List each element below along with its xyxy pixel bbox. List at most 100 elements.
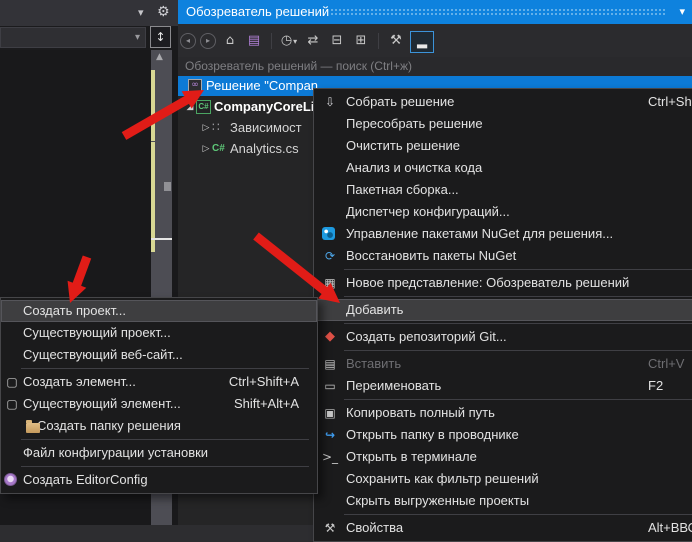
- rename-icon: ▭: [322, 378, 338, 394]
- solution-context-menu: ⇩Собрать решениеCtrl+ShifПересобрать реш…: [313, 88, 692, 542]
- menu-item-label: Управление пакетами NuGet для решения...: [346, 226, 613, 241]
- menu-item[interactable]: Пересобрать решение: [314, 113, 692, 135]
- menu-item-label: Открыть папку в проводнике: [346, 427, 519, 442]
- menu-item[interactable]: Существующий проект...: [1, 322, 317, 344]
- expander-collapsed-icon[interactable]: ▷: [200, 118, 212, 138]
- build-icon: ⇩: [322, 94, 338, 110]
- menu-item-label: Сохранить как фильтр решений: [346, 471, 539, 486]
- panel-title-bar[interactable]: Обозреватель решений ▾: [178, 0, 692, 24]
- menu-item[interactable]: Существующий веб-сайт...: [1, 344, 317, 366]
- split-window-button[interactable]: ↕: [150, 26, 171, 48]
- menu-item-shortcut: Ctrl+Shif: [648, 91, 692, 113]
- menu-item-label: Копировать полный путь: [346, 405, 495, 420]
- editor-navigation-dropdown[interactable]: ▾: [0, 27, 146, 48]
- menu-item[interactable]: ▦Новое представление: Обозреватель решен…: [314, 272, 692, 294]
- menu-item-label: Создать проект...: [23, 303, 126, 318]
- menu-item[interactable]: Управление пакетами NuGet для решения...: [314, 223, 692, 245]
- menu-item-label: Добавить: [346, 302, 403, 317]
- scrollbar-caret-line: [151, 238, 172, 240]
- menu-item[interactable]: ▭ПереименоватьF2: [314, 375, 692, 397]
- csproj-icon: C#: [196, 100, 211, 114]
- add-submenu: Создать проект... Существующий проект... С…: [0, 297, 318, 494]
- open-explorer-icon: ↪: [322, 427, 338, 443]
- menu-item-label: Переименовать: [346, 378, 441, 393]
- menu-item[interactable]: Файл конфигурации установки: [1, 442, 317, 464]
- menu-item-label: Создать элемент...: [23, 374, 136, 389]
- menu-item-label: Пакетная сборка...: [346, 182, 459, 197]
- back-icon[interactable]: ◂: [180, 33, 196, 49]
- menu-item[interactable]: Создать проект...: [1, 300, 317, 322]
- menu-separator: [21, 439, 309, 440]
- menu-item[interactable]: ▤ВставитьCtrl+V: [314, 353, 692, 375]
- editorconfig-icon: [4, 473, 17, 486]
- menu-item-label: Существующий элемент...: [23, 396, 181, 411]
- chevron-down-icon[interactable]: ▾: [138, 6, 144, 19]
- menu-item[interactable]: ▢Создать элемент... Ctrl+Shift+A: [1, 371, 317, 393]
- show-all-files-icon[interactable]: ▂: [410, 31, 434, 53]
- menu-item-label: Существующий веб-сайт...: [23, 347, 183, 362]
- sync-active-document-icon[interactable]: ▤: [244, 31, 264, 51]
- menu-item[interactable]: Добавить: [314, 299, 692, 321]
- menu-item[interactable]: Скрыть выгруженные проекты: [314, 490, 692, 512]
- menu-item-label: Вставить: [346, 356, 401, 371]
- preview-selected-items-icon[interactable]: ⊞: [351, 31, 371, 51]
- menu-separator: [344, 350, 692, 351]
- menu-separator: [344, 514, 692, 515]
- menu-item[interactable]: Очистить решение: [314, 135, 692, 157]
- properties-wrench-icon[interactable]: ⚒: [386, 31, 406, 51]
- menu-item-shortcut: Alt+ВВО: [648, 517, 692, 539]
- copy-path-icon: ▣: [322, 405, 338, 421]
- menu-item[interactable]: Создать папку решения: [1, 415, 317, 437]
- tree-item-label: Решение "Compan: [206, 76, 318, 96]
- menu-item[interactable]: >_Открыть в терминале: [314, 446, 692, 468]
- menu-item[interactable]: ↪ Открыть папку в проводнике: [314, 424, 692, 446]
- menu-item-label: Создать EditorConfig: [23, 472, 148, 487]
- menu-item[interactable]: Анализ и очистка кода: [314, 157, 692, 179]
- menu-item[interactable]: Создать EditorConfig: [1, 469, 317, 491]
- menu-item-label: Очистить решение: [346, 138, 460, 153]
- chevron-down-icon: ▾: [293, 37, 297, 46]
- csfile-icon: C#: [212, 142, 225, 155]
- menu-item-label: Файл конфигурации установки: [23, 445, 208, 460]
- solution-icon: ∞: [188, 79, 202, 93]
- menu-item[interactable]: Диспетчер конфигураций...: [314, 201, 692, 223]
- modified-lines-mark: [151, 70, 155, 141]
- existing-item-icon: ▢: [4, 396, 20, 412]
- scrollbar-up-arrow-icon[interactable]: ▲: [156, 52, 163, 62]
- menu-item-shortcut: Ctrl+V: [648, 353, 684, 375]
- menu-separator: [344, 323, 692, 324]
- menu-item-label: Создать репозиторий Git...: [346, 329, 507, 344]
- pending-changes-filter-icon[interactable]: ◷▾: [279, 31, 299, 51]
- menu-separator: [344, 399, 692, 400]
- collapse-all-icon[interactable]: ⊟: [327, 31, 347, 51]
- menu-item[interactable]: ▢Существующий элемент...Shift+Alt+A: [1, 393, 317, 415]
- forward-icon[interactable]: ▸: [200, 33, 216, 49]
- menu-separator: [21, 466, 309, 467]
- menu-separator: [21, 368, 309, 369]
- home-icon[interactable]: ⌂: [220, 31, 240, 51]
- chevron-down-icon: ▾: [135, 32, 140, 43]
- menu-item[interactable]: ◆Создать репозиторий Git...: [314, 326, 692, 348]
- menu-item[interactable]: ▣ Копировать полный путь: [314, 402, 692, 424]
- menu-item[interactable]: Сохранить как фильтр решений: [314, 468, 692, 490]
- expander-expanded-icon[interactable]: ◢: [184, 97, 196, 117]
- gear-icon[interactable]: ⚙: [157, 4, 170, 20]
- menu-item-shortcut: Ctrl+Shift+A: [229, 371, 299, 393]
- window-position-caret-icon[interactable]: ▾: [679, 5, 685, 18]
- editor-toolbar: ▾ ⚙: [0, 0, 178, 26]
- tree-item-label: Analytics.cs: [230, 139, 299, 159]
- tree-item-label: CompanyCoreLi: [214, 97, 314, 117]
- solution-explorer-toolbar: ◂▸⌂▤ ◷▾⇄⊟⊞ ⚒▂: [178, 24, 692, 57]
- menu-item[interactable]: ⚒СвойстваAlt+ВВО: [314, 517, 692, 539]
- scrollbar-thumb[interactable]: [164, 182, 171, 191]
- search-input[interactable]: Обозреватель решений — поиск (Ctrl+ж): [178, 57, 692, 76]
- expander-collapsed-icon[interactable]: ▷: [200, 139, 212, 159]
- menu-item[interactable]: ⟳Восстановить пакеты NuGet: [314, 245, 692, 267]
- menu-item-label: Создать папку решения: [37, 418, 181, 433]
- menu-item[interactable]: Пакетная сборка...: [314, 179, 692, 201]
- new-item-icon: ▢: [4, 374, 20, 390]
- menu-item[interactable]: ⇩Собрать решениеCtrl+Shif: [314, 91, 692, 113]
- tree-item-label: Зависимост: [230, 118, 302, 138]
- refresh-icon[interactable]: ⇄: [303, 31, 323, 51]
- vs-window: { "colors":{"header_blue":"#0e82de","sel…: [0, 0, 692, 525]
